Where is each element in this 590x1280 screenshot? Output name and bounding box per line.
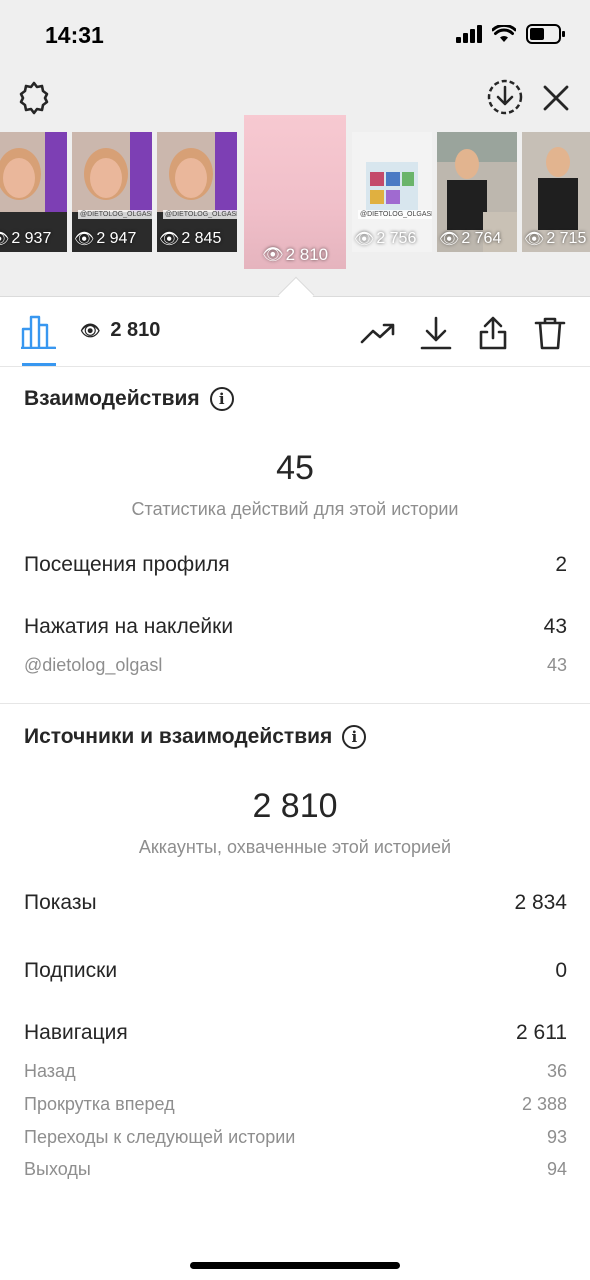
share-icon: [479, 316, 507, 350]
stat-value: 93: [546, 1127, 567, 1147]
stat-label: Показы: [24, 891, 97, 914]
eye-icon: 👁: [439, 231, 460, 248]
stories-carousel[interactable]: 👁2 937 @DIETOLOG_OLGASL 👁2 947 @DIETOLOG…: [0, 115, 590, 275]
delete-button[interactable]: [532, 315, 568, 351]
discovery-total: 2 810: [252, 787, 338, 825]
stat-row-impressions: Показы 2 834: [24, 891, 567, 915]
stat-value: 36: [546, 1061, 567, 1081]
interactions-total: 45: [276, 449, 314, 487]
stat-row-profile-visits: Посещения профиля 2: [24, 553, 567, 577]
story-mention-tag: @DIETOLOG_OLGASL: [163, 210, 237, 219]
story-views: 👁 2 764: [439, 230, 502, 248]
story-header-area: 14:31 2 937 @DIETOLOG_OLGASL 👁 2 947 @DI…: [0, 0, 590, 296]
close-icon: [543, 85, 569, 111]
trash-icon: [534, 317, 566, 350]
stat-row-sticker-taps: Нажатия на наклейки 43: [24, 615, 567, 639]
stat-value: 43: [543, 615, 567, 638]
battery-icon: [526, 24, 565, 44]
story-thumbnail[interactable]: 👁 2 764: [437, 132, 517, 252]
active-tab-indicator: [22, 363, 56, 366]
eye-icon: 👁: [0, 229, 9, 249]
discovery-caption: Аккаунты, охваченные этой историей: [138, 837, 452, 857]
eye-icon: 👁: [80, 322, 101, 340]
stat-value: 94: [546, 1159, 567, 1179]
info-icon[interactable]: i: [209, 387, 234, 411]
stat-row-back: Назад 36: [24, 1061, 567, 1082]
stat-row-mention: @dietolog_olgasl 43: [24, 655, 567, 676]
close-button[interactable]: [538, 80, 574, 116]
story-thumbnail[interactable]: @DIETOLOG_OLGASL 👁 2 947: [72, 132, 152, 252]
share-button[interactable]: [475, 315, 511, 351]
promote-button[interactable]: [360, 315, 396, 351]
story-mention-tag: @DIETOLOG_OLGASL: [358, 210, 432, 219]
stat-value: 2 611: [516, 1021, 567, 1044]
eye-icon: 👁: [74, 231, 95, 248]
save-story-button[interactable]: [484, 76, 526, 118]
eye-icon: 👁: [524, 231, 545, 248]
wifi-icon: [492, 25, 516, 42]
trending-up-icon: [360, 323, 395, 344]
settings-button[interactable]: [14, 78, 54, 118]
stat-value: 0: [555, 959, 567, 982]
discovery-section-title: Источники и взаимодействия i: [24, 725, 367, 749]
download-button[interactable]: [418, 315, 454, 351]
story-thumbnail[interactable]: 👁2 937: [0, 132, 67, 252]
views-count: 👁 2 810: [80, 319, 161, 341]
status-time: 14:31: [45, 22, 104, 48]
stat-value: 2 388: [521, 1094, 567, 1114]
story-views: 👁 2 715: [524, 230, 587, 248]
stat-row-navigation: Навигация 2 611: [24, 1021, 567, 1045]
stat-label: @dietolog_olgasl: [24, 655, 163, 675]
story-thumbnail[interactable]: @DIETOLOG_OLGASL 👁 2 845: [157, 132, 237, 252]
stat-label: Выходы: [24, 1159, 91, 1179]
eye-icon: 👁: [354, 231, 375, 248]
signal-icon: [456, 25, 482, 43]
stat-label: Прокрутка вперед: [24, 1094, 175, 1114]
story-views: 👁 2 845: [159, 230, 222, 248]
stat-label: Подписки: [24, 959, 118, 982]
story-views: 👁 2 756: [354, 230, 417, 248]
stat-row-next-story: Переходы к следующей истории 93: [24, 1127, 567, 1148]
stat-row-forward: Прокрутка вперед 2 388: [24, 1094, 567, 1115]
stat-label: Нажатия на наклейки: [24, 615, 234, 638]
story-views: 👁2 937: [0, 229, 51, 249]
story-mention-tag: @DIETOLOG_OLGASL: [78, 210, 152, 219]
stat-row-exits: Выходы 94: [24, 1159, 567, 1180]
interactions-section-title: Взаимодействия i: [24, 387, 234, 411]
story-views: 👁 2 810: [262, 245, 329, 264]
gear-icon: [19, 81, 49, 115]
interactions-caption: Статистика действий для этой истории: [131, 499, 459, 519]
stat-label: Навигация: [24, 1021, 128, 1044]
home-indicator[interactable]: [190, 1262, 400, 1269]
story-thumbnail[interactable]: 👁 2 715: [522, 132, 590, 252]
info-icon[interactable]: i: [342, 725, 367, 749]
stat-value: 2: [555, 553, 567, 576]
stat-row-follows: Подписки 0: [24, 959, 567, 983]
stat-label: Назад: [24, 1061, 76, 1081]
stat-label: Переходы к следующей истории: [24, 1127, 296, 1147]
download-icon: [420, 316, 452, 350]
stat-value: 43: [546, 655, 567, 675]
eye-icon: 👁: [159, 231, 180, 248]
stat-value: 2 834: [514, 891, 567, 914]
story-thumbnail[interactable]: @DIETOLOG_OLGASL 👁 2 756: [352, 132, 432, 252]
tab-insights[interactable]: [20, 313, 58, 367]
download-circle-icon: [487, 79, 523, 115]
story-views: 👁 2 947: [74, 230, 137, 248]
insights-panel: 👁 2 810 Взаимодействия i 45 Статистика д…: [0, 296, 590, 1280]
status-icons: [456, 24, 566, 44]
bar-chart-icon: [21, 315, 56, 350]
status-bar: 14:31: [0, 0, 590, 70]
story-thumbnail-selected[interactable]: 👁 2 810: [244, 115, 346, 269]
eye-icon: 👁: [262, 245, 284, 264]
section-divider: [0, 703, 590, 704]
stat-label: Посещения профиля: [24, 553, 230, 576]
